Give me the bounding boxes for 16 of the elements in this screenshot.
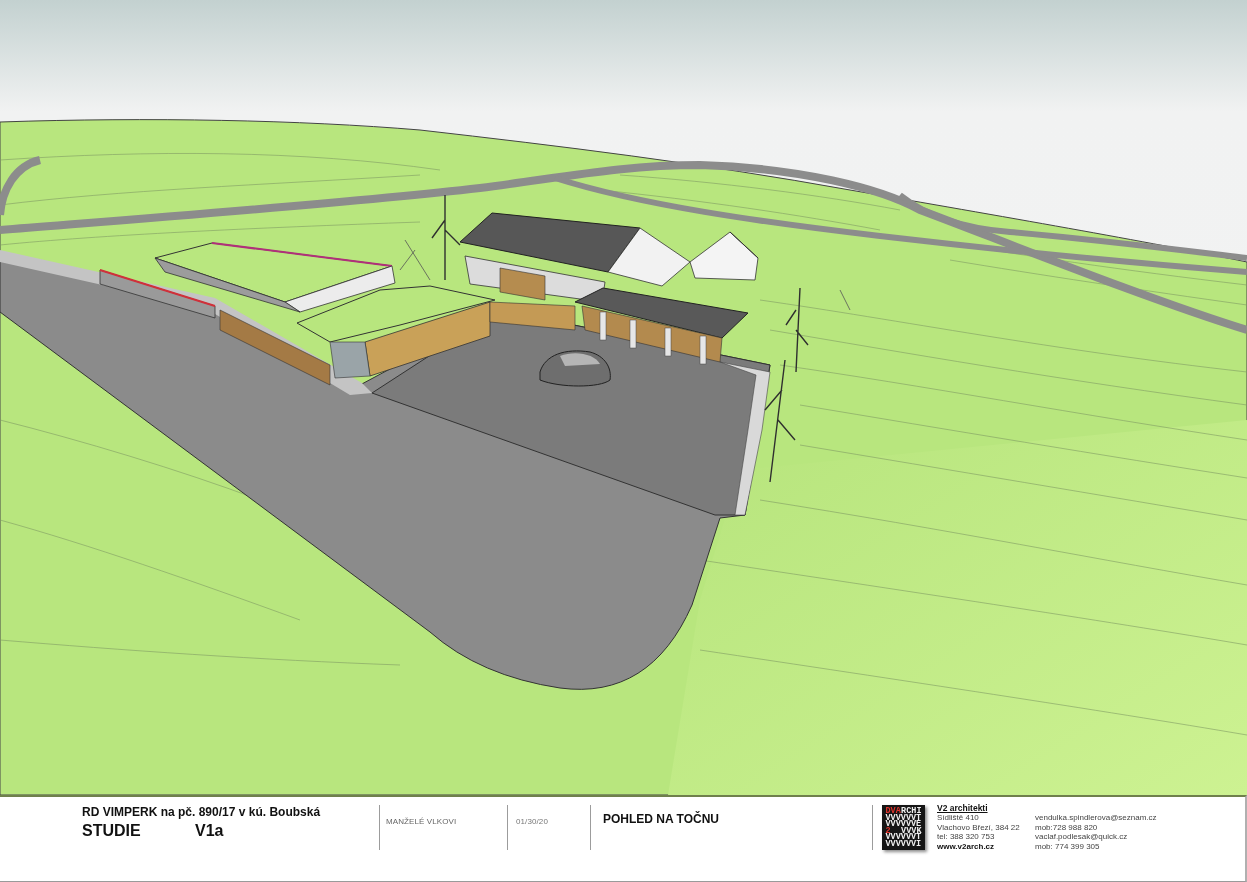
date-text: 01/30/20 — [516, 817, 548, 826]
logo: DVARCHI VVVVVVT VVVVVVE 2 VVVK VVVVVVT VVVVVVI — [882, 805, 925, 850]
contact-line: mob:728 988 820 — [1035, 822, 1099, 833]
contact-line: vendulka.spindlerova@seznam.cz — [1035, 813, 1157, 823]
project-phase: STUDIE — [82, 822, 142, 840]
address-line: tel: 388 320 753 — [937, 832, 996, 843]
office-name: V2 architekti — [937, 803, 989, 813]
address-line: Vlachovo Březí, 384 22 — [937, 822, 1021, 833]
address-line: Sídliště 410 — [937, 813, 980, 823]
project-title: RD VIMPERK na pč. 890/17 v kú. Boubská — [82, 805, 322, 819]
version-label: V1a — [195, 822, 224, 840]
website-text: www.v2arch.cz — [937, 842, 996, 852]
drawing-title: POHLED NA TOČNU — [603, 812, 719, 826]
contact-line: vaclaf.podlesak@quick.cz — [1035, 832, 1129, 843]
client-name: MANŽELÉ VLKOVI — [386, 817, 457, 826]
contact-line: mob: 774 399 305 — [1035, 842, 1101, 852]
